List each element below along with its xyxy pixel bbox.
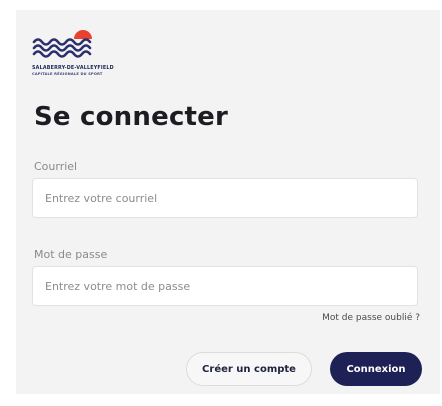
logo-name-line2: CAPITALE RÉGIONALE DU SPORT (32, 72, 103, 76)
password-label: Mot de passe (34, 248, 108, 261)
create-account-button[interactable]: Créer un compte (186, 352, 312, 386)
password-field[interactable] (32, 266, 418, 306)
email-field[interactable] (32, 178, 418, 218)
login-button[interactable]: Connexion (330, 352, 422, 386)
city-logo: SALABERRY-DE-VALLEYFIELD CAPITALE RÉGION… (32, 26, 124, 82)
logo-waves-icon (32, 30, 92, 58)
logo-text: SALABERRY-DE-VALLEYFIELD CAPITALE RÉGION… (32, 66, 128, 77)
email-label: Courriel (34, 160, 78, 173)
login-card: SALABERRY-DE-VALLEYFIELD CAPITALE RÉGION… (16, 10, 440, 394)
forgot-password-link[interactable]: Mot de passe oublié ? (322, 313, 420, 323)
page-title: Se connecter (34, 102, 229, 132)
